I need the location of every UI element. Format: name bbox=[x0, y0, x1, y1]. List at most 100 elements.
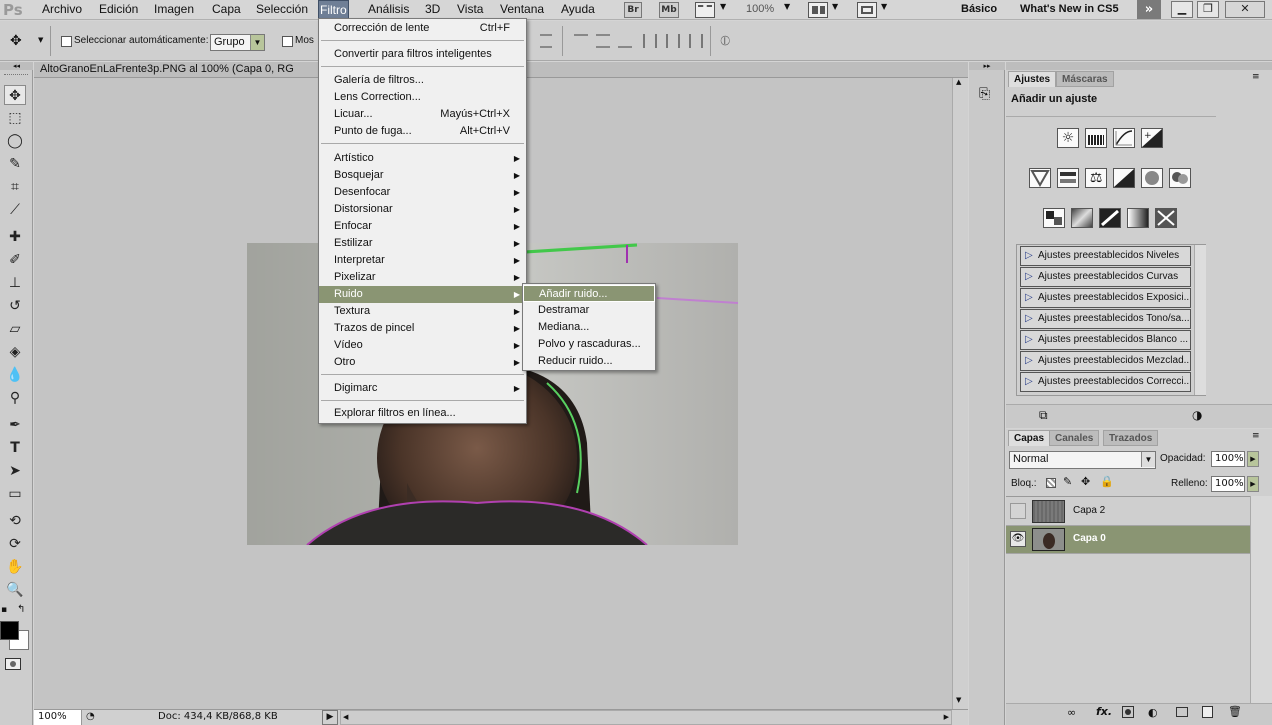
fill-slider-arrow-icon[interactable]: ▶ bbox=[1247, 476, 1259, 492]
add-mask-icon[interactable] bbox=[1122, 706, 1134, 718]
history-panel-icon[interactable]: ⎘ bbox=[979, 86, 990, 102]
menu-imagen[interactable]: Imagen bbox=[153, 0, 195, 19]
menu-item-explore-online[interactable]: Explorar filtros en línea... bbox=[319, 405, 526, 422]
lock-image-icon[interactable]: ✎ bbox=[1063, 475, 1072, 488]
menu-filtro[interactable]: Filtro bbox=[318, 0, 349, 19]
bridge-button[interactable]: Br bbox=[624, 2, 642, 18]
expand-icon[interactable]: ▸▸ bbox=[969, 62, 1005, 70]
menu-item-enfocar[interactable]: Enfocar ▶ bbox=[319, 218, 526, 235]
blur-tool-icon[interactable]: 💧 bbox=[4, 365, 26, 385]
panel-menu-icon[interactable]: ≡ bbox=[1252, 72, 1260, 82]
tab-canales[interactable]: Canales bbox=[1049, 430, 1100, 446]
align-icon[interactable] bbox=[540, 34, 552, 48]
opacity-input[interactable]: 100% bbox=[1211, 451, 1245, 467]
delete-layer-icon[interactable]: 🗑 bbox=[1228, 705, 1242, 718]
lock-position-icon[interactable]: ✥ bbox=[1081, 475, 1090, 488]
rectangle-tool-icon[interactable]: ▭ bbox=[4, 484, 26, 504]
eraser-tool-icon[interactable]: ▱ bbox=[4, 319, 26, 339]
menu-capa[interactable]: Capa bbox=[211, 0, 242, 19]
black-white-icon[interactable] bbox=[1113, 168, 1135, 188]
menu-item-video[interactable]: Vídeo ▶ bbox=[319, 337, 526, 354]
move-tool-preset-icon[interactable]: ✥ bbox=[10, 33, 22, 49]
selective-color-icon[interactable] bbox=[1155, 208, 1177, 228]
new-layer-icon[interactable] bbox=[1202, 706, 1213, 718]
invert-icon[interactable] bbox=[1043, 208, 1065, 228]
layer-name[interactable]: Capa 2 bbox=[1073, 505, 1105, 516]
menu-item-otro[interactable]: Otro ▶ bbox=[319, 354, 526, 371]
eyedropper-tool-icon[interactable]: ⟋ bbox=[4, 200, 26, 220]
vertical-scrollbar[interactable]: ▲ ▼ bbox=[952, 78, 968, 709]
channel-mixer-icon[interactable] bbox=[1169, 168, 1191, 188]
menu-item-smart-filters[interactable]: Convertir para filtros inteligentes bbox=[319, 46, 526, 63]
show-transform-checkbox[interactable] bbox=[282, 36, 293, 47]
more-workspaces-icon[interactable]: » bbox=[1137, 0, 1161, 19]
lock-transparent-icon[interactable] bbox=[1046, 478, 1056, 488]
quick-mask-icon[interactable] bbox=[5, 658, 21, 670]
preset-exposure[interactable]: ▷ Ajustes preestablecidos Exposici... bbox=[1020, 288, 1191, 308]
menu-item-vanishing-point[interactable]: Punto de fuga... Alt+Ctrl+V bbox=[319, 123, 526, 140]
menu-item-trazos-pincel[interactable]: Trazos de pincel ▶ bbox=[319, 320, 526, 337]
submenu-item-median[interactable]: Mediana... bbox=[523, 319, 655, 336]
menu-vista[interactable]: Vista bbox=[456, 0, 484, 19]
lock-all-icon[interactable]: 🔒 bbox=[1100, 475, 1114, 488]
opacity-slider-arrow-icon[interactable]: ▶ bbox=[1247, 451, 1259, 467]
levels-icon[interactable] bbox=[1085, 128, 1107, 148]
chevron-down-icon[interactable]: ▼ bbox=[38, 36, 43, 44]
path-selection-tool-icon[interactable]: ➤ bbox=[4, 461, 26, 481]
default-colors-icon[interactable]: ▪ bbox=[1, 605, 7, 615]
tab-ajustes[interactable]: Ajustes bbox=[1008, 71, 1057, 87]
distribute-top-icon[interactable] bbox=[574, 34, 588, 48]
scroll-down-icon[interactable]: ▼ bbox=[956, 696, 961, 704]
menu-ayuda[interactable]: Ayuda bbox=[560, 0, 596, 19]
menu-item-ruido[interactable]: Ruido ▶ bbox=[319, 286, 526, 303]
status-zoom[interactable]: 100% bbox=[34, 710, 82, 725]
submenu-item-reduce-noise[interactable]: Reducir ruido... bbox=[523, 353, 655, 370]
preset-curves[interactable]: ▷ Ajustes preestablecidos Curvas bbox=[1020, 267, 1191, 287]
quick-select-tool-icon[interactable]: ✎ bbox=[4, 154, 26, 174]
menu-item-distorsionar[interactable]: Distorsionar ▶ bbox=[319, 201, 526, 218]
brush-tool-icon[interactable]: ✐ bbox=[4, 250, 26, 270]
auto-select-dropdown[interactable]: Grupo ▼ bbox=[210, 34, 265, 51]
preset-levels[interactable]: ▷ Ajustes preestablecidos Niveles bbox=[1020, 246, 1191, 266]
move-tool-icon[interactable]: ✥ bbox=[4, 85, 26, 105]
chevron-down-icon[interactable]: ▼ bbox=[784, 2, 790, 11]
gradient-map-icon[interactable] bbox=[1127, 208, 1149, 228]
preset-channel-mixer[interactable]: ▷ Ajustes preestablecidos Mezclad... bbox=[1020, 351, 1191, 371]
view-extras-icon[interactable] bbox=[695, 2, 715, 18]
distribute-left-icon[interactable] bbox=[643, 34, 657, 48]
submenu-item-add-noise[interactable]: Añadir ruido... bbox=[523, 285, 655, 302]
minimize-icon[interactable]: ▁ bbox=[1171, 1, 1193, 18]
layer-row-capa-2[interactable]: Capa 2 bbox=[1006, 498, 1250, 526]
group-folder-icon[interactable] bbox=[1176, 707, 1188, 717]
restore-icon[interactable]: ❐ bbox=[1197, 1, 1219, 18]
workspace-basico[interactable]: Básico bbox=[961, 0, 997, 19]
link-layers-icon[interactable]: ∞ bbox=[1067, 706, 1076, 719]
visibility-toggle[interactable] bbox=[1010, 503, 1026, 519]
chevron-down-icon[interactable]: ▼ bbox=[832, 2, 838, 11]
auto-align-icon[interactable]: ⦶ bbox=[720, 33, 730, 49]
type-tool-icon[interactable]: T bbox=[4, 438, 26, 458]
close-icon[interactable]: ✕ bbox=[1225, 1, 1265, 18]
chevron-down-icon[interactable]: ▼ bbox=[881, 2, 887, 11]
clip-mode-icon[interactable]: ⧉ bbox=[1039, 408, 1048, 423]
menu-item-digimarc[interactable]: Digimarc ▶ bbox=[319, 380, 526, 397]
distribute-vcenter-icon[interactable] bbox=[596, 34, 610, 48]
status-info-icon[interactable]: ◔ bbox=[86, 711, 95, 722]
layers-scrollbar[interactable] bbox=[1250, 496, 1272, 711]
menu-item-last-filter[interactable]: Corrección de lente Ctrl+F bbox=[319, 20, 526, 37]
minibridge-button[interactable]: Mb bbox=[659, 2, 679, 18]
auto-select-checkbox[interactable] bbox=[61, 36, 72, 47]
vibrance-icon[interactable] bbox=[1029, 168, 1051, 188]
zoom-tool-icon[interactable]: 🔍 bbox=[4, 580, 26, 600]
menu-item-pixelizar[interactable]: Pixelizar ▶ bbox=[319, 269, 526, 286]
history-brush-tool-icon[interactable]: ↺ bbox=[4, 296, 26, 316]
zoom-level[interactable]: 100% bbox=[745, 0, 775, 19]
menu-edicion[interactable]: Edición bbox=[98, 0, 139, 19]
marquee-tool-icon[interactable]: ⬚ bbox=[4, 108, 26, 128]
tab-capas[interactable]: Capas bbox=[1008, 430, 1051, 446]
menu-ventana[interactable]: Ventana bbox=[499, 0, 545, 19]
crop-tool-icon[interactable]: ⌗ bbox=[4, 177, 26, 197]
paint-bucket-tool-icon[interactable]: ◈ bbox=[4, 342, 26, 362]
workspace-whats-new[interactable]: What's New in CS5 bbox=[1020, 0, 1119, 19]
scroll-up-icon[interactable]: ▲ bbox=[956, 78, 961, 86]
